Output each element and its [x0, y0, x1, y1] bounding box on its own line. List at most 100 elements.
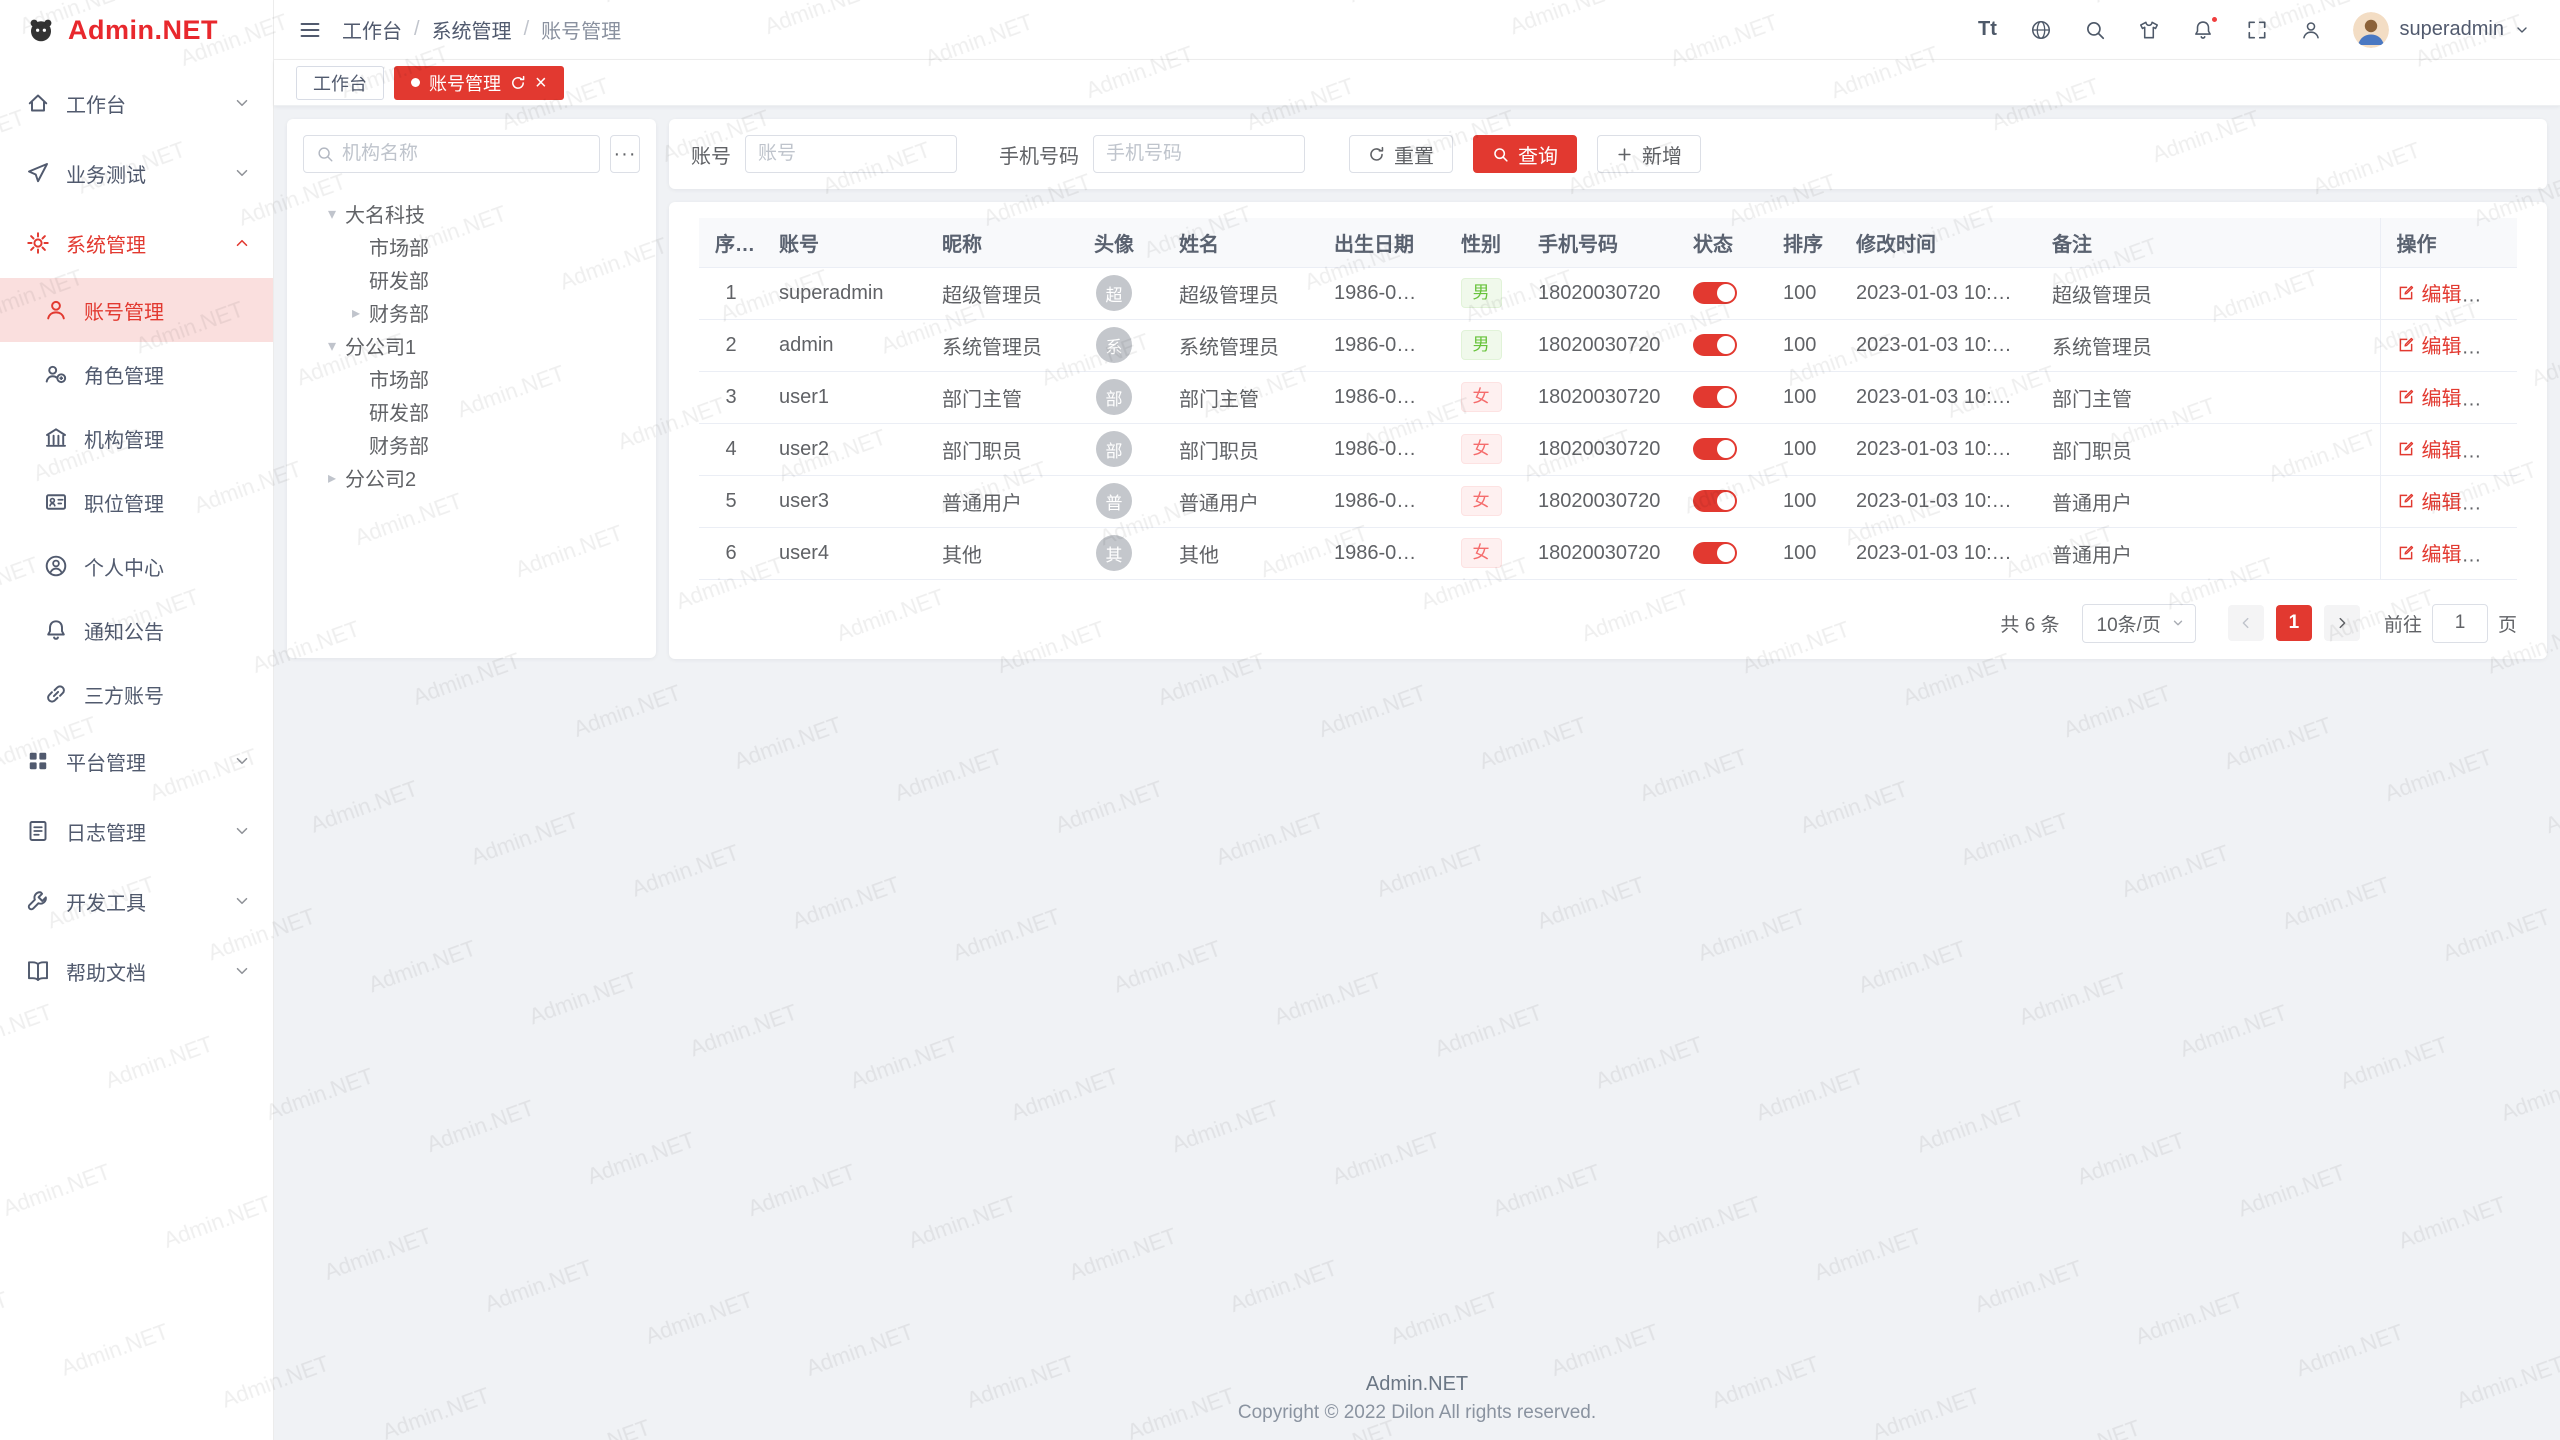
sidebar-item-role-management[interactable]: 角色管理: [0, 342, 273, 406]
sidebar-item-log-management[interactable]: 日志管理: [0, 796, 273, 866]
tab-workbench[interactable]: 工作台: [296, 66, 384, 100]
more-button[interactable]: ···: [2480, 337, 2503, 359]
reset-button[interactable]: 重置: [1349, 135, 1453, 173]
cell-status: [1677, 319, 1767, 371]
add-button[interactable]: 新增: [1597, 135, 1701, 173]
sidebar: Admin.NET 工作台 业务测试 系统管理 账号管理: [0, 0, 274, 1440]
table-header-row: 序号 账号 昵称 头像 姓名 出生日期 性别 手机号码 状态 排序: [699, 218, 2517, 267]
sidebar-item-notice[interactable]: 通知公告: [0, 598, 273, 662]
hamburger-icon[interactable]: [298, 18, 322, 42]
breadcrumb-item[interactable]: 工作台: [342, 15, 402, 44]
goto-page-input[interactable]: [2432, 604, 2488, 643]
user-panel-icon[interactable]: [2299, 18, 2323, 42]
next-page-button[interactable]: [2324, 605, 2360, 641]
close-icon[interactable]: ×: [535, 73, 547, 93]
tree-node[interactable]: ▸财务部: [303, 296, 640, 329]
more-button[interactable]: ···: [2480, 545, 2503, 567]
sidebar-item-label: 系统管理: [66, 229, 233, 258]
wrench-icon: [26, 889, 50, 913]
col-header: 序号: [699, 218, 763, 267]
org-tree-panel: ··· ▾大名科技市场部研发部▸财务部▾分公司1市场部研发部财务部▸分公司2: [287, 119, 656, 658]
tree-caret-icon[interactable]: ▾: [319, 336, 345, 356]
sidebar-item-org-management[interactable]: 机构管理: [0, 406, 273, 470]
notification-icon[interactable]: [2191, 18, 2215, 42]
cell-avatar: 部: [1065, 371, 1163, 423]
status-toggle[interactable]: [1693, 542, 1737, 564]
org-more-button[interactable]: ···: [610, 135, 640, 173]
account-input[interactable]: [745, 135, 957, 173]
edit-button[interactable]: 编辑: [2397, 538, 2462, 567]
more-button[interactable]: ···: [2480, 285, 2503, 307]
breadcrumb-separator: /: [524, 18, 530, 41]
right-column: 账号 手机号码 重置 查询: [669, 119, 2547, 659]
breadcrumb-item[interactable]: 系统管理: [432, 15, 512, 44]
prev-page-button[interactable]: [2228, 605, 2264, 641]
theme-icon[interactable]: [2137, 18, 2161, 42]
account-table: 序号 账号 昵称 头像 姓名 出生日期 性别 手机号码 状态 排序: [699, 218, 2517, 580]
edit-button[interactable]: 编辑: [2397, 486, 2462, 515]
cell-modified: 2023-01-03 10:59:44: [1840, 371, 2036, 423]
cell-nickname: 部门职员: [926, 423, 1065, 475]
edit-button[interactable]: 编辑: [2397, 434, 2462, 463]
tab-account-management[interactable]: 账号管理 ×: [394, 66, 564, 100]
tree-node[interactable]: 市场部: [303, 362, 640, 395]
sidebar-item-help-docs[interactable]: 帮助文档: [0, 936, 273, 1006]
edit-button[interactable]: 编辑: [2397, 278, 2462, 307]
cell-birthday: 1986-06-28: [1318, 319, 1440, 371]
chevron-down-icon: [233, 752, 251, 770]
status-toggle[interactable]: [1693, 334, 1737, 356]
logo-icon: [26, 15, 56, 45]
sidebar-item-account-management[interactable]: 账号管理: [0, 278, 273, 342]
search-button[interactable]: 查询: [1473, 135, 1577, 173]
document-icon: [26, 819, 50, 843]
sidebar-menu: 工作台 业务测试 系统管理 账号管理 角色管理: [0, 60, 273, 1006]
chevron-down-icon: [2171, 616, 2185, 630]
sidebar-item-label: 通知公告: [84, 616, 251, 645]
sidebar-item-business-test[interactable]: 业务测试: [0, 138, 273, 208]
sidebar-item-label: 帮助文档: [66, 957, 233, 986]
page-number-button[interactable]: 1: [2276, 605, 2312, 641]
tree-caret-icon[interactable]: ▸: [343, 303, 369, 323]
edit-button[interactable]: 编辑: [2397, 330, 2462, 359]
phone-input[interactable]: [1093, 135, 1305, 173]
more-button[interactable]: ···: [2480, 493, 2503, 515]
tree-caret-icon[interactable]: ▸: [319, 468, 345, 488]
sidebar-item-platform-management[interactable]: 平台管理: [0, 726, 273, 796]
tree-node[interactable]: ▸分公司2: [303, 461, 640, 494]
more-button[interactable]: ···: [2480, 389, 2503, 411]
sidebar-item-system-management[interactable]: 系统管理: [0, 208, 273, 278]
tree-node[interactable]: ▾大名科技: [303, 197, 640, 230]
page-size-select[interactable]: 10条/页: [2082, 604, 2196, 643]
sidebar-item-position-management[interactable]: 职位管理: [0, 470, 273, 534]
tree-node[interactable]: 财务部: [303, 428, 640, 461]
status-toggle[interactable]: [1693, 438, 1737, 460]
tree-caret-icon[interactable]: ▾: [319, 204, 345, 224]
cell-phone: 18020030720: [1522, 475, 1677, 527]
sidebar-item-third-party-account[interactable]: 三方账号: [0, 662, 273, 726]
user-circle-icon: [44, 554, 68, 578]
org-search-input[interactable]: [342, 143, 587, 165]
font-size-icon[interactable]: Tt: [1975, 18, 1999, 42]
bank-icon: [44, 426, 68, 450]
status-toggle[interactable]: [1693, 282, 1737, 304]
account-label: 账号: [691, 140, 731, 169]
notification-badge: [2210, 15, 2219, 24]
tree-node[interactable]: 研发部: [303, 395, 640, 428]
more-button[interactable]: ···: [2480, 441, 2503, 463]
status-toggle[interactable]: [1693, 490, 1737, 512]
status-toggle[interactable]: [1693, 386, 1737, 408]
refresh-icon[interactable]: [510, 75, 526, 91]
fullscreen-icon[interactable]: [2245, 18, 2269, 42]
language-icon[interactable]: [2029, 18, 2053, 42]
sidebar-item-workbench[interactable]: 工作台: [0, 68, 273, 138]
cell-index: 6: [699, 527, 763, 579]
tree-node[interactable]: 市场部: [303, 230, 640, 263]
sidebar-item-personal-center[interactable]: 个人中心: [0, 534, 273, 598]
user-menu[interactable]: superadmin: [2353, 12, 2530, 48]
tree-node[interactable]: 研发部: [303, 263, 640, 296]
sidebar-item-dev-tools[interactable]: 开发工具: [0, 866, 273, 936]
tree-node[interactable]: ▾分公司1: [303, 329, 640, 362]
pagination: 共 6 条 10条/页 1: [699, 604, 2517, 643]
edit-button[interactable]: 编辑: [2397, 382, 2462, 411]
search-icon[interactable]: [2083, 18, 2107, 42]
